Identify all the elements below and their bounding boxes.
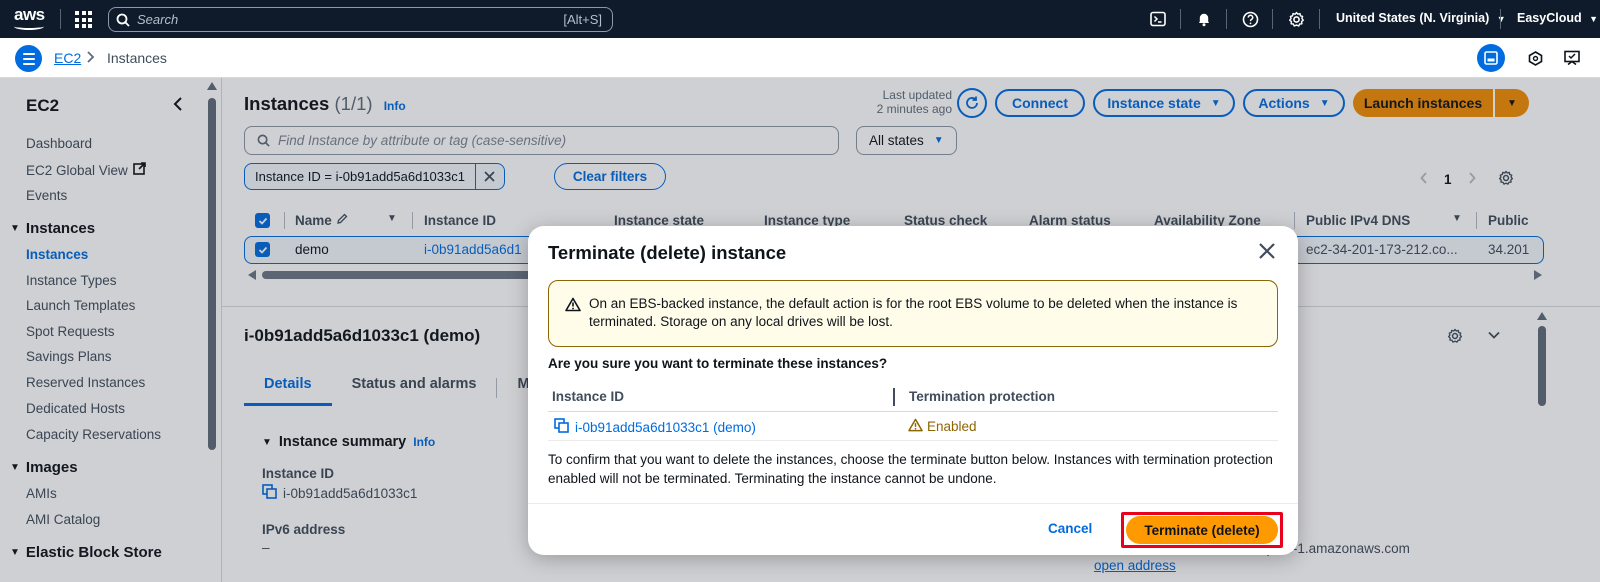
notifications-bell-icon[interactable] [1193, 8, 1215, 30]
account-menu[interactable]: EasyCloud ▼ [1517, 11, 1598, 25]
aws-logo[interactable]: aws [14, 6, 46, 32]
aws-smile-icon [14, 23, 44, 30]
account-label: EasyCloud [1517, 11, 1582, 25]
region-selector[interactable]: United States (N. Virginia) ▼ [1336, 11, 1506, 25]
warning-triangle-icon [908, 418, 923, 435]
aws-logo-text: aws [14, 5, 45, 24]
column-divider [893, 388, 895, 406]
termination-protection-status: Enabled [908, 418, 977, 435]
services-grid-icon[interactable] [75, 11, 92, 28]
caret-down-icon: ▼ [1589, 14, 1599, 24]
terminate-instance-dialog: Terminate (delete) instance On an EBS-ba… [528, 226, 1298, 555]
terminate-delete-button[interactable]: Terminate (delete) [1126, 516, 1278, 544]
table-divider [548, 411, 1278, 412]
region-label: United States (N. Virginia) [1336, 11, 1490, 25]
confirmation-question: Are you sure you want to terminate these… [548, 356, 888, 371]
copy-icon[interactable] [554, 418, 569, 436]
search-placeholder: Search [137, 12, 179, 27]
nav-divider [60, 9, 61, 29]
top-navigation: aws Search [Alt+S] United States (N. Vir… [0, 0, 1600, 38]
side-navigation-toggle[interactable] [15, 45, 42, 72]
chevron-right-icon [86, 50, 96, 67]
warning-alert: On an EBS-backed instance, the default a… [548, 280, 1278, 347]
breadcrumb-ec2-link[interactable]: EC2 [54, 50, 81, 66]
nav-divider [1500, 9, 1501, 29]
breadcrumb-bar: EC2 Instances [0, 38, 1600, 78]
table-divider [548, 440, 1278, 441]
notifications-panel-icon[interactable] [1521, 44, 1549, 72]
terminate-delete-label: Terminate (delete) [1144, 522, 1260, 538]
settings-gear-icon[interactable] [1285, 8, 1307, 30]
warning-triangle-icon [565, 297, 581, 317]
termination-protection-text: Enabled [927, 419, 977, 434]
nav-divider [1226, 9, 1227, 29]
search-shortcut: [Alt+S] [563, 12, 602, 27]
search-icon [109, 13, 137, 27]
instance-link[interactable]: i-0b91add5a6d1033c1 (demo) [554, 418, 756, 436]
global-search-input[interactable]: Search [Alt+S] [108, 7, 613, 32]
warning-text: On an EBS-backed instance, the default a… [589, 296, 1238, 329]
footer-divider [528, 503, 1298, 504]
column-header-termination-protection: Termination protection [909, 389, 1056, 404]
help-icon[interactable] [1239, 8, 1261, 30]
breadcrumb-current: Instances [107, 50, 167, 66]
nav-divider [1180, 9, 1181, 29]
tutorial-panel-icon[interactable] [1558, 44, 1586, 72]
close-icon[interactable] [1258, 242, 1280, 264]
confirmation-text: To confirm that you want to delete the i… [548, 452, 1273, 486]
caret-down-icon: ▼ [1496, 14, 1506, 24]
cancel-button[interactable]: Cancel [1048, 521, 1092, 536]
instance-link-text: i-0b91add5a6d1033c1 (demo) [575, 419, 756, 435]
cloudshell-icon[interactable] [1147, 8, 1169, 30]
info-panel-toggle[interactable] [1477, 44, 1505, 72]
nav-divider [1319, 9, 1320, 29]
nav-divider [1272, 9, 1273, 29]
dialog-title: Terminate (delete) instance [548, 242, 787, 263]
column-header-instance-id: Instance ID [552, 389, 625, 404]
